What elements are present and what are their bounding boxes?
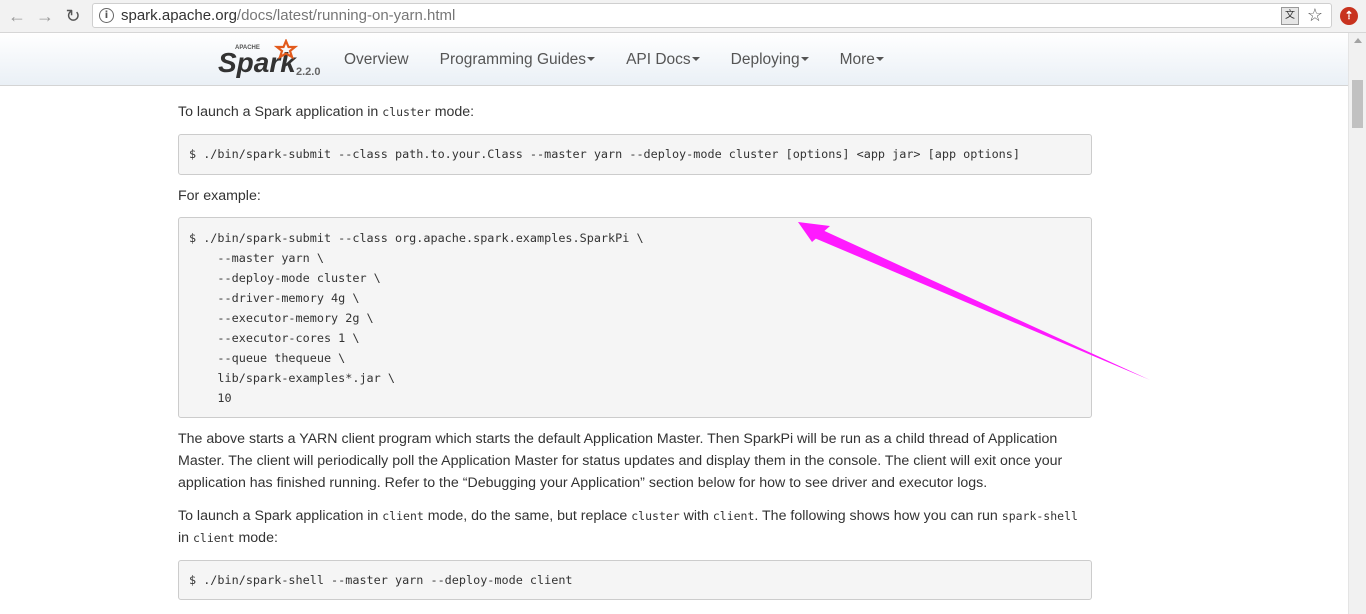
logo-spark-text: Spark	[218, 47, 297, 78]
caret-down-icon	[691, 56, 700, 61]
scroll-thumb[interactable]	[1352, 80, 1363, 128]
above-line: The above starts a YARN client program w…	[178, 431, 1058, 447]
example-command-line: --queue thequeue \	[189, 351, 346, 365]
browser-toolbar: ← → ↻ i spark.apache.org/docs/latest/run…	[0, 0, 1366, 33]
site-navbar: APACHE Spark 2.2.0 Overview Programming G…	[0, 33, 1348, 86]
translate-icon[interactable]: 文	[1281, 7, 1299, 25]
nav-item-programming-guides[interactable]: Programming Guides	[440, 51, 596, 69]
reload-icon[interactable]: ↻	[62, 5, 84, 27]
example-command-line: lib/spark-examples*.jar \	[189, 371, 395, 385]
address-bar[interactable]: i spark.apache.org/docs/latest/running-o…	[92, 3, 1332, 28]
back-icon[interactable]: ←	[6, 5, 28, 27]
caret-down-icon	[800, 56, 809, 61]
info-icon[interactable]: i	[99, 8, 114, 23]
example-command-line: --deploy-mode cluster \	[189, 271, 381, 285]
forward-icon[interactable]: →	[34, 5, 56, 27]
caret-down-icon	[587, 56, 596, 61]
cluster-command: $ ./bin/spark-submit --class path.to.you…	[189, 147, 1020, 161]
scrollbar[interactable]	[1348, 33, 1366, 614]
spark-logo[interactable]: APACHE Spark 2.2.0	[218, 39, 328, 81]
example-command-line: $ ./bin/spark-submit --class org.apache.…	[189, 231, 644, 245]
example-command-line: --executor-memory 2g \	[189, 311, 374, 325]
example-command-line: --executor-cores 1 \	[189, 331, 360, 345]
url-text[interactable]: spark.apache.org/docs/latest/running-on-…	[121, 7, 455, 24]
nav-item-deploying[interactable]: Deploying	[731, 51, 809, 69]
star-icon[interactable]: ☆	[1307, 5, 1323, 26]
example-command-line: --driver-memory 4g \	[189, 291, 360, 305]
nav-menu: Overview Programming Guides API Docs Deploy…	[344, 51, 915, 69]
nav-item-api-docs[interactable]: API Docs	[626, 51, 700, 69]
client-command: $ ./bin/spark-shell --master yarn --depl…	[189, 573, 573, 587]
launch-cluster-text: To launch a Spark application in cluster…	[178, 104, 475, 120]
cluster-command-block: $ ./bin/spark-submit --class path.to.you…	[178, 134, 1092, 175]
example-command-line: --master yarn \	[189, 251, 324, 265]
above-line: application has finished running. Refer …	[178, 475, 988, 491]
client-paragraph: To launch a Spark application in client …	[178, 508, 1078, 546]
scroll-up-arrow-icon[interactable]	[1354, 38, 1362, 43]
above-paragraph: The above starts a YARN client program w…	[178, 428, 1092, 494]
example-command-block: $ ./bin/spark-submit --class org.apache.…	[178, 217, 1092, 418]
logo-version: 2.2.0	[296, 66, 320, 78]
client-command-block: $ ./bin/spark-shell --master yarn --depl…	[178, 560, 1092, 600]
for-example-text: For example:	[178, 188, 261, 204]
caret-down-icon	[875, 56, 884, 61]
above-line: Master. The client will periodically pol…	[178, 453, 1063, 469]
extension-icon[interactable]: ⇡	[1340, 7, 1358, 25]
example-command-line: 10	[189, 391, 232, 405]
nav-item-more[interactable]: More	[840, 51, 884, 69]
nav-item-overview[interactable]: Overview	[344, 51, 409, 69]
